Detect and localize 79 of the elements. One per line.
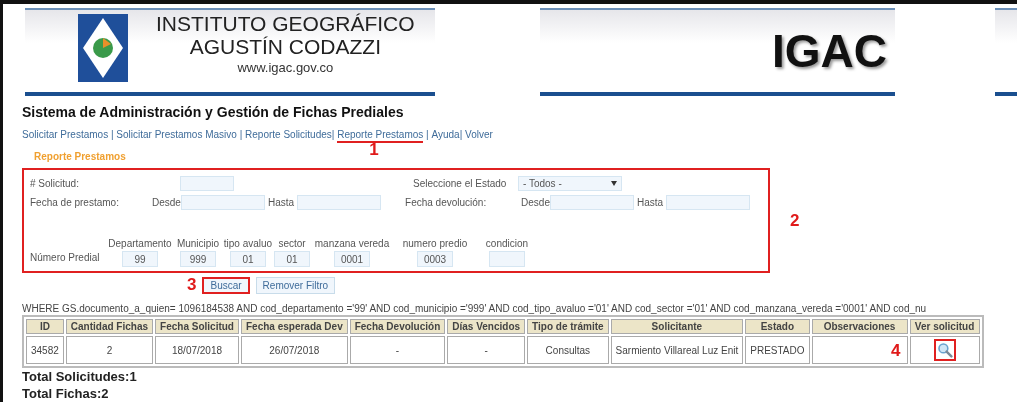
table-cell: -	[447, 336, 526, 364]
table-cell: 34582	[26, 336, 64, 364]
nav-link[interactable]: Solicitar Prestamos Masivo	[116, 129, 237, 140]
table-cell: Consultas	[527, 336, 609, 364]
column-header: Fecha Devolución	[349, 319, 446, 334]
column-header: Fecha esperada Dev	[240, 319, 348, 334]
view-button[interactable]	[933, 339, 956, 361]
date-field[interactable]	[666, 195, 751, 210]
input-field[interactable]: 0001	[334, 251, 370, 267]
logo-icon	[78, 14, 128, 82]
nav-link[interactable]: Reporte Solicitudes	[245, 129, 332, 140]
annotation-number: 3	[187, 275, 197, 295]
field-label: Desde	[521, 197, 550, 208]
input-field[interactable]: 01	[274, 251, 310, 267]
column-header: Solicitante	[610, 319, 744, 334]
field-label: condicion	[485, 238, 529, 249]
section-title: Reporte Prestamos	[34, 151, 127, 162]
field-label: Hasta	[635, 197, 665, 208]
column-header: Tipo de trámite	[527, 319, 609, 334]
query-text: WHERE GS.documento_a_quien= 1096184538 AND cod_departamento ='99' AND cod_municipio ='999' AND cod_tipo_avaluo ='01' AND cod_sector ='01' AND cod_manzana_vereda ='0001' AND cod_nu	[22, 303, 928, 314]
caret-icon	[611, 181, 617, 186]
nav-separator: |	[425, 129, 430, 140]
annotation-number: 4	[891, 341, 901, 361]
table-cell: 18/07/2018	[155, 336, 239, 364]
field-label: Fecha de prestamo:	[30, 197, 120, 208]
table-cell: Sarmiento Villareal Luz Enit	[610, 336, 744, 364]
field-label: # Solicitud:	[30, 178, 80, 189]
acronym-logo: IGAC	[772, 24, 889, 78]
nav-separator: |	[331, 129, 336, 140]
institution-name: AGUSTÍN CODAZZI	[188, 35, 382, 58]
annotation-number: 1	[369, 140, 379, 160]
table-cell: 26/07/2018	[240, 336, 348, 364]
nav-link[interactable]: Reporte Prestamos	[337, 129, 424, 140]
date-field[interactable]	[297, 195, 382, 210]
field-label: Seleccione el Estado	[413, 178, 508, 189]
field-label: numero predio	[402, 238, 468, 249]
date-field[interactable]	[549, 195, 634, 210]
field-label: manzana vereda	[314, 238, 390, 249]
reset-filter-button[interactable]: Remover Filtro	[255, 276, 336, 294]
nav-link[interactable]: Volver	[465, 129, 493, 140]
column-header: Ver solicitud	[909, 319, 980, 334]
total-text: Total Solicitudes:1	[22, 368, 138, 385]
column-header: Días Vencidos	[447, 319, 526, 334]
field-label: Municipio	[176, 238, 220, 249]
status-dropdown[interactable]: - Todos -	[518, 176, 622, 191]
input-field[interactable]	[180, 176, 234, 191]
column-header: ID	[26, 319, 64, 334]
search-icon	[936, 342, 953, 358]
institution-name: INSTITUTO GEOGRÁFICO	[156, 12, 415, 35]
date-field[interactable]	[180, 195, 265, 210]
input-field[interactable]: 01	[230, 251, 266, 267]
nav-separator: |	[459, 129, 464, 140]
field-label: Fecha devolución:	[405, 197, 488, 208]
search-button[interactable]: Buscar	[202, 276, 250, 294]
column-header: Observaciones	[811, 319, 908, 334]
table-cell: PRESTADO	[745, 336, 810, 364]
table-cell: -	[349, 336, 446, 364]
annotation-number: 2	[790, 210, 800, 231]
nav-link[interactable]: Solicitar Prestamos	[22, 129, 109, 140]
system-title: Sistema de Administración y Gestión de Fichas Prediales	[22, 104, 405, 120]
field-label: tipo avaluo	[223, 238, 273, 249]
input-field[interactable]	[489, 251, 525, 267]
field-label: sector	[278, 238, 306, 249]
input-field[interactable]: 999	[180, 251, 216, 267]
field-label: Desde	[152, 197, 181, 208]
column-header: Cantidad Fichas	[65, 319, 154, 334]
nav-separator: |	[109, 129, 115, 140]
nav-link[interactable]: Ayuda	[431, 129, 460, 140]
input-field[interactable]: 0003	[417, 251, 453, 267]
column-header: Estado	[745, 319, 810, 334]
field-label: Número Predial	[30, 252, 101, 265]
website-text: www.igac.gov.co	[236, 60, 335, 75]
column-header: Fecha Solicitud	[155, 319, 239, 334]
table-cell: 2	[65, 336, 154, 364]
total-text: Total Fichas:2	[22, 385, 110, 402]
input-field[interactable]: 99	[122, 251, 158, 267]
field-label: Departamento	[108, 238, 172, 249]
nav-separator: |	[238, 129, 244, 140]
field-label: Hasta	[266, 197, 296, 208]
